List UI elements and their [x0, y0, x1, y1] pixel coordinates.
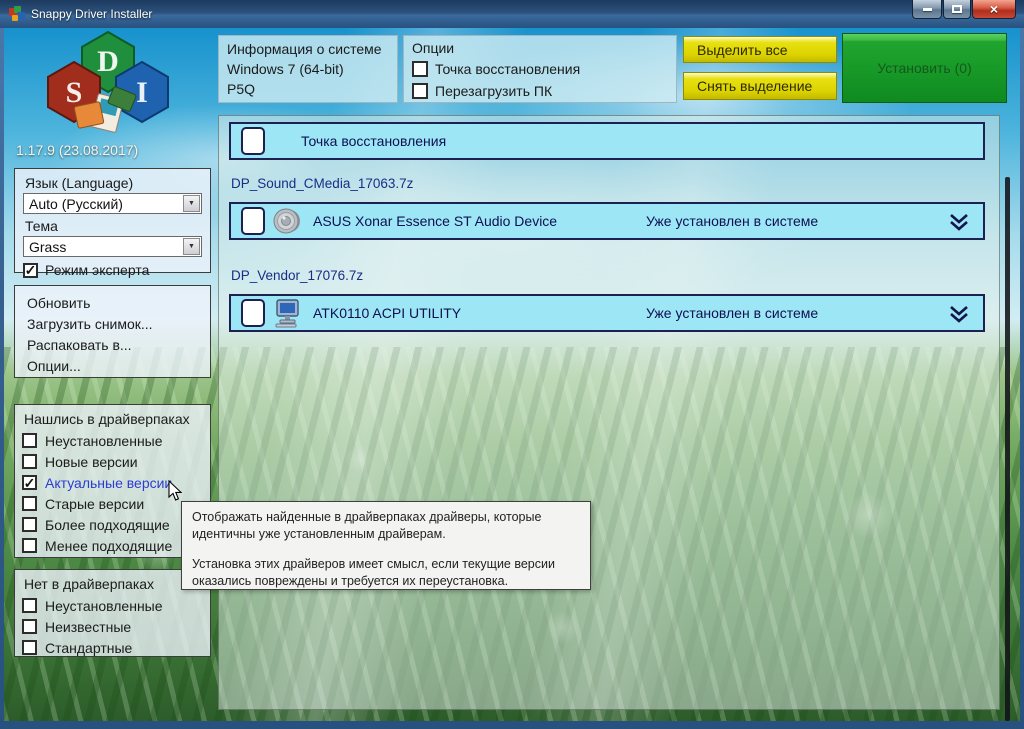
- option-restore-point[interactable]: Точка восстановления: [412, 58, 668, 80]
- checkbox[interactable]: [412, 83, 428, 99]
- install-button[interactable]: Установить (0): [842, 33, 1007, 103]
- app-icon: [8, 6, 25, 23]
- restore-point-label: Точка восстановления: [301, 133, 446, 149]
- menu-item-load-snapshot[interactable]: Загрузить снимок...: [27, 314, 198, 334]
- menu-panel: Обновить Загрузить снимок... Распаковать…: [14, 285, 211, 378]
- checkbox[interactable]: [22, 538, 37, 553]
- driver-list-area: Точка восстановления DP_Sound_CMedia_170…: [218, 115, 1000, 710]
- filter-not-installed[interactable]: Неустановленные: [22, 430, 203, 451]
- filters-notfound-title: Нет в драйверпаках: [24, 576, 203, 592]
- scrollbar[interactable]: [1005, 177, 1010, 721]
- filter-better-match[interactable]: Более подходящие: [22, 514, 203, 535]
- expert-mode-label: Режим эксперта: [45, 262, 149, 278]
- minimize-icon: [923, 8, 932, 11]
- svg-text:I: I: [136, 76, 148, 109]
- checkbox[interactable]: [22, 433, 37, 448]
- theme-value: Grass: [24, 239, 183, 255]
- driver-status: Уже установлен в системе: [646, 305, 818, 321]
- checkbox[interactable]: [22, 640, 37, 655]
- filter-current-versions[interactable]: ✓ Актуальные версии: [22, 472, 203, 493]
- menu-item-options[interactable]: Опции...: [27, 356, 198, 376]
- option-reboot-pc[interactable]: Перезагрузить ПК: [412, 80, 668, 102]
- filter-old-versions[interactable]: Старые версии: [22, 493, 203, 514]
- app-version: 1.17.9 (23.08.2017): [16, 142, 138, 158]
- settings-panel: Язык (Language) Auto (Русский) ▼ Тема Gr…: [14, 168, 211, 273]
- svg-text:D: D: [97, 45, 119, 78]
- checkbox[interactable]: ✓: [22, 475, 37, 490]
- filter-worse-match[interactable]: Менее подходящие: [22, 535, 203, 556]
- deselect-all-button[interactable]: Снять выделение: [683, 72, 837, 100]
- restore-point-checkbox[interactable]: [241, 127, 265, 155]
- close-icon: ×: [990, 2, 998, 16]
- filters-found-title: Нашлись в драйверпаках: [24, 411, 203, 427]
- chevron-down-icon[interactable]: ▼: [183, 195, 200, 212]
- close-button[interactable]: ×: [972, 0, 1016, 19]
- driver-row-audio[interactable]: ASUS Xonar Essence ST Audio Device Уже у…: [229, 202, 985, 240]
- filter-newer-versions[interactable]: Новые версии: [22, 451, 203, 472]
- select-all-button[interactable]: Выделить все: [683, 36, 837, 63]
- tooltip-line-1: Отображать найденные в драйверпаках драй…: [192, 509, 580, 542]
- filter-tooltip: Отображать найденные в драйверпаках драй…: [181, 501, 591, 590]
- device-name: ASUS Xonar Essence ST Audio Device: [313, 213, 557, 229]
- window-body: D S I 1.17.9 (23.08.2017) Язык (Language…: [4, 28, 1020, 721]
- filter-nf-unknown[interactable]: Неизвестные: [22, 616, 203, 637]
- checkbox[interactable]: [22, 517, 37, 532]
- language-value: Auto (Русский): [24, 196, 183, 212]
- system-info-motherboard: P5Q: [227, 79, 389, 99]
- driverpack-link-sound[interactable]: DP_Sound_CMedia_17063.7z: [231, 176, 413, 191]
- svg-text:S: S: [66, 76, 83, 109]
- driver-status: Уже установлен в системе: [646, 213, 818, 229]
- system-info-title: Информация о системе: [227, 39, 389, 59]
- expert-mode-row[interactable]: ✓ Режим эксперта: [23, 262, 202, 278]
- system-info-panel: Информация о системе Windows 7 (64-bit) …: [218, 35, 398, 103]
- menu-item-update[interactable]: Обновить: [27, 293, 198, 313]
- filter-nf-not-installed[interactable]: Неустановленные: [22, 595, 203, 616]
- app-window: Snappy Driver Installer × D S I 1.17.9 (…: [0, 0, 1024, 729]
- language-label: Язык (Language): [25, 175, 202, 191]
- driver-checkbox[interactable]: [241, 299, 265, 327]
- checkbox[interactable]: [412, 61, 428, 77]
- driverpack-link-vendor[interactable]: DP_Vendor_17076.7z: [231, 268, 363, 283]
- device-name: ATK0110 ACPI UTILITY: [313, 305, 461, 321]
- maximize-button[interactable]: [943, 0, 971, 19]
- checkbox[interactable]: [22, 598, 37, 613]
- sdi-logo: D S I: [32, 30, 184, 142]
- expert-mode-checkbox[interactable]: ✓: [23, 263, 38, 278]
- checkbox[interactable]: [22, 454, 37, 469]
- theme-select[interactable]: Grass ▼: [23, 236, 202, 257]
- expand-chevron-icon[interactable]: [947, 213, 971, 234]
- system-info-os: Windows 7 (64-bit): [227, 59, 389, 79]
- titlebar[interactable]: Snappy Driver Installer ×: [0, 0, 1024, 28]
- theme-label: Тема: [25, 218, 202, 234]
- chevron-down-icon[interactable]: ▼: [183, 238, 200, 255]
- minimize-button[interactable]: [912, 0, 942, 19]
- menu-item-extract-to[interactable]: Распаковать в...: [27, 335, 198, 355]
- window-title: Snappy Driver Installer: [31, 7, 152, 21]
- driver-row-acpi[interactable]: ATK0110 ACPI UTILITY Уже установлен в си…: [229, 294, 985, 332]
- computer-icon: [273, 298, 303, 328]
- filter-nf-standard[interactable]: Стандартные: [22, 637, 203, 658]
- speaker-icon: [273, 206, 303, 236]
- expand-chevron-icon[interactable]: [947, 305, 971, 326]
- options-title: Опции: [412, 39, 668, 58]
- options-panel: Опции Точка восстановления Перезагрузить…: [403, 35, 677, 103]
- driver-checkbox[interactable]: [241, 207, 265, 235]
- checkbox[interactable]: [22, 619, 37, 634]
- restore-point-row[interactable]: Точка восстановления: [229, 122, 985, 160]
- language-select[interactable]: Auto (Русский) ▼: [23, 193, 202, 214]
- maximize-icon: [952, 5, 962, 13]
- tooltip-line-2: Установка этих драйверов имеет смысл, ес…: [192, 556, 580, 589]
- checkbox[interactable]: [22, 496, 37, 511]
